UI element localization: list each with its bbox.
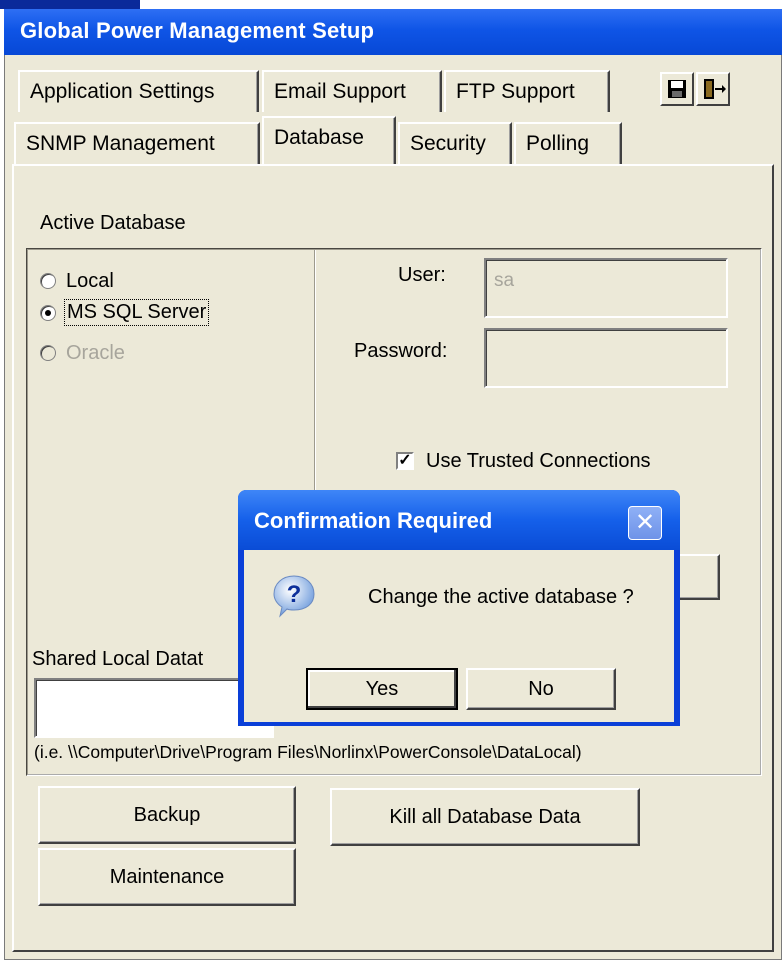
dialog-title-bar: Confirmation Required ✕ (238, 490, 680, 550)
radio-local[interactable] (40, 273, 56, 289)
question-icon: ? (273, 575, 315, 618)
dialog-body: ? Change the active database ? Yes No (244, 550, 674, 722)
dialog-message: Change the active database ? (368, 586, 634, 608)
trusted-connections-label: Use Trusted Connections (426, 450, 651, 472)
save-button[interactable] (660, 72, 694, 106)
tab-application-settings[interactable]: Application Settings (18, 70, 259, 112)
radio-local-label: Local (66, 270, 114, 292)
tab-polling[interactable]: Polling (514, 122, 622, 164)
confirmation-dialog: Confirmation Required ✕ ? Change the act… (238, 490, 680, 726)
exit-button[interactable] (696, 72, 730, 106)
password-field[interactable] (484, 328, 728, 388)
radio-ms-sql-server-label: MS SQL Server (64, 299, 210, 326)
dialog-title: Confirmation Required (254, 508, 493, 533)
maintenance-button[interactable]: Maintenance (38, 848, 296, 906)
user-label: User: (398, 264, 446, 286)
shared-path-hint: (i.e. \\Computer\Drive\Program Files\Nor… (34, 742, 582, 762)
kill-database-data-button[interactable]: Kill all Database Data (330, 788, 640, 846)
backup-button[interactable]: Backup (38, 786, 296, 844)
active-database-label: Active Database (40, 212, 186, 234)
tab-security[interactable]: Security (398, 122, 512, 164)
title-bar: Global Power Management Setup (4, 9, 782, 55)
floppy-disk-icon (668, 80, 686, 98)
tab-email-support[interactable]: Email Support (262, 70, 442, 112)
tab-ftp-support[interactable]: FTP Support (444, 70, 610, 112)
exit-door-icon (704, 79, 726, 99)
tab-database[interactable]: Database (262, 116, 396, 164)
yes-button[interactable]: Yes (306, 668, 458, 710)
close-icon: ✕ (628, 506, 662, 540)
trusted-connections-checkbox[interactable]: ✓ (396, 452, 414, 470)
window-title: Global Power Management Setup (20, 18, 375, 43)
password-label: Password: (354, 340, 448, 362)
no-button[interactable]: No (466, 668, 616, 710)
user-field[interactable]: sa (484, 258, 728, 318)
radio-ms-sql-server[interactable] (40, 305, 56, 321)
top-strip (0, 0, 140, 9)
radio-oracle-label: Oracle (66, 342, 125, 364)
svg-text:?: ? (287, 581, 302, 608)
shared-local-database-label: Shared Local Datat (32, 648, 204, 670)
tab-snmp-management[interactable]: SNMP Management (14, 122, 260, 164)
radio-oracle (40, 345, 56, 361)
